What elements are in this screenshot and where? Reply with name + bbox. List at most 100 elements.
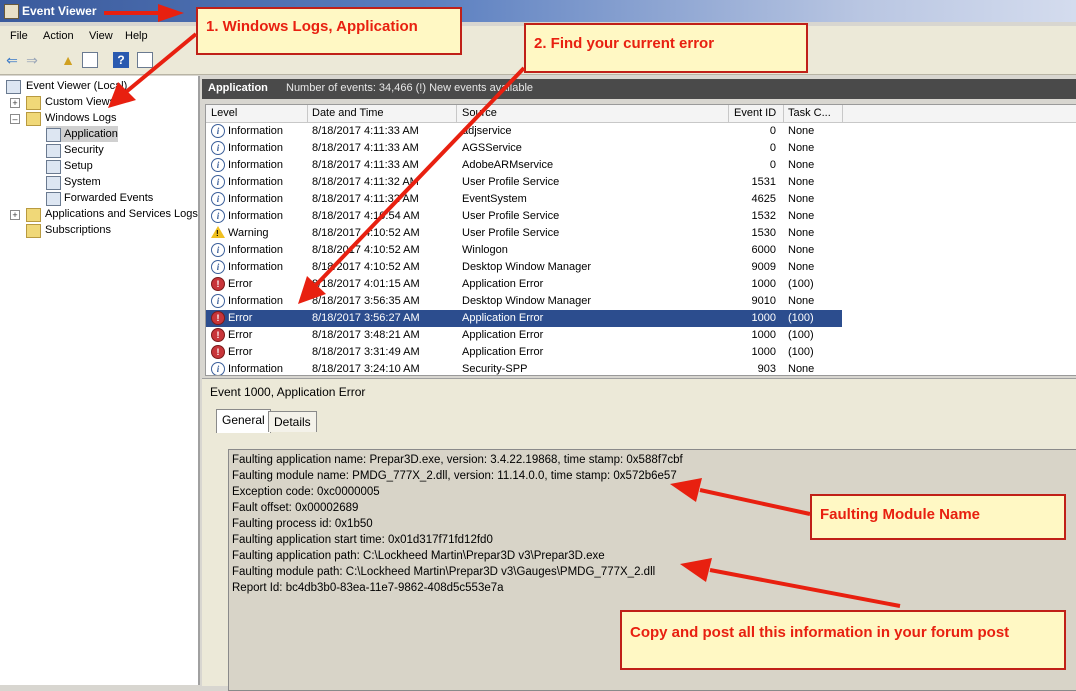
cell-task-category: None (788, 227, 815, 239)
cell-date-time: 8/18/2017 4:11:33 AM (312, 159, 419, 171)
cell-source: AdobeARMservice (462, 159, 554, 171)
cell-event-id: 1000 (751, 278, 776, 290)
show-pane-icon[interactable] (137, 52, 153, 68)
column-source[interactable]: Source (462, 107, 497, 119)
cell-level: Information (228, 142, 284, 154)
cell-date-time: 8/18/2017 4:11:32 AM (312, 176, 419, 188)
detail-line: Report Id: bc4db3b0-83ea-11e7-9862-408d5… (232, 582, 504, 594)
cell-source: User Profile Service (462, 176, 560, 188)
cell-source: Winlogon (462, 244, 508, 256)
cell-date-time: 8/18/2017 3:24:10 AM (312, 363, 420, 375)
log-icon (46, 192, 61, 206)
column-task-category[interactable]: Task C... (788, 107, 831, 119)
table-row[interactable]: i Information 8/18/2017 4:10:52 AM Desktop … (206, 259, 842, 276)
cell-task-category: (100) (788, 278, 814, 290)
cell-event-id: 903 (757, 363, 776, 375)
expand-icon[interactable]: + (10, 210, 20, 220)
tab-details[interactable]: Details (268, 411, 317, 432)
cell-date-time: 8/18/2017 4:01:15 AM (312, 278, 420, 290)
cell-level: Information (228, 261, 284, 273)
cell-task-category: None (788, 363, 815, 375)
expand-icon[interactable]: + (10, 98, 20, 108)
information-icon: i (211, 175, 225, 189)
cell-level: Error (228, 346, 253, 358)
cell-level: Information (228, 125, 284, 137)
error-icon: ! (211, 311, 225, 325)
cell-event-id: 1531 (751, 176, 776, 188)
cell-level: Information (228, 363, 284, 375)
cell-source: adjservice (462, 125, 512, 137)
cell-date-time: 8/18/2017 4:11:33 AM (312, 125, 419, 137)
cell-level: Information (228, 159, 284, 171)
cell-task-category: None (788, 261, 815, 273)
tab-general[interactable]: General (216, 409, 271, 433)
table-row[interactable]: i Information 8/18/2017 4:10:52 AM Winlogon… (206, 242, 842, 259)
folder-icon (26, 208, 41, 222)
cell-task-category: None (788, 193, 815, 205)
table-row[interactable]: i Information 8/18/2017 3:24:10 AM Security… (206, 361, 842, 375)
cell-source: Desktop Window Manager (462, 261, 592, 273)
detail-line: Faulting application start time: 0x01d31… (232, 534, 493, 546)
menu-file[interactable]: File (10, 30, 28, 42)
information-icon: i (211, 192, 225, 206)
column-event-id[interactable]: Event ID (734, 107, 776, 119)
cell-task-category: None (788, 159, 815, 171)
information-icon: i (211, 294, 225, 308)
details-heading: Event 1000, Application Error (210, 385, 366, 399)
cell-level: Error (228, 329, 253, 341)
callout-step1: 1. Windows Logs, Application (196, 7, 462, 55)
cell-task-category: None (788, 210, 815, 222)
properties-icon[interactable] (82, 52, 98, 68)
column-divider[interactable] (842, 105, 843, 122)
column-divider[interactable] (307, 105, 308, 122)
table-row[interactable]: ! Error 8/18/2017 3:48:21 AM Application Er… (206, 327, 842, 344)
column-divider[interactable] (783, 105, 784, 122)
cell-level: Information (228, 176, 284, 188)
cell-event-id: 1000 (751, 329, 776, 341)
cell-source: Application Error (462, 312, 544, 324)
information-icon: i (211, 158, 225, 172)
cell-event-id: 0 (769, 142, 776, 154)
cell-task-category: None (788, 295, 815, 307)
column-divider[interactable] (456, 105, 457, 122)
table-row[interactable]: i Information 8/18/2017 4:11:33 AM AGSServi… (206, 140, 842, 157)
cell-task-category: None (788, 176, 815, 188)
detail-line: Faulting module path: C:\Lockheed Martin… (232, 566, 656, 578)
table-row[interactable]: ! Error 8/18/2017 3:56:27 AM Application Er… (206, 310, 842, 327)
cell-source: Security-SPP (462, 363, 528, 375)
help-icon[interactable]: ? (113, 52, 129, 68)
information-icon: i (211, 260, 225, 274)
tree-log-application[interactable]: Application (46, 126, 118, 142)
forward-icon[interactable]: ⇒ (24, 52, 40, 68)
cell-event-id: 9009 (751, 261, 776, 273)
column-level[interactable]: Level (211, 107, 237, 119)
table-row[interactable]: i Information 8/18/2017 4:10:54 AM User Pro… (206, 208, 842, 225)
cell-source: User Profile Service (462, 210, 560, 222)
table-row[interactable]: ! Error 8/18/2017 3:31:49 AM Application Er… (206, 344, 842, 361)
table-row[interactable]: ! Warning 8/18/2017 4:10:52 AM User Profile… (206, 225, 842, 242)
cell-source: Application Error (462, 329, 544, 341)
subscriptions-icon (26, 224, 41, 238)
menu-help[interactable]: Help (125, 30, 148, 42)
cell-level: Information (228, 244, 284, 256)
up-folder-icon[interactable]: ▲ (60, 52, 76, 68)
log-header: Application Number of events: 34,466 (!)… (202, 79, 1076, 99)
table-row[interactable]: ! Error 8/18/2017 4:01:15 AM Application Er… (206, 276, 842, 293)
cell-level: Warning (228, 227, 269, 239)
cell-event-id: 1000 (751, 346, 776, 358)
log-name: Application (208, 82, 268, 94)
collapse-icon[interactable]: – (10, 114, 20, 124)
table-row[interactable]: i Information 8/18/2017 3:56:35 AM Desktop … (206, 293, 842, 310)
table-row[interactable]: i Information 8/18/2017 4:11:33 AM adjservi… (206, 123, 842, 140)
back-icon[interactable]: ⇐ (4, 52, 20, 68)
table-row[interactable]: i Information 8/18/2017 4:11:33 AM AdobeARM… (206, 157, 842, 174)
table-row[interactable]: i Information 8/18/2017 4:11:32 AM User Pro… (206, 174, 842, 191)
cell-event-id: 1000 (751, 312, 776, 324)
column-divider[interactable] (728, 105, 729, 122)
menu-action[interactable]: Action (43, 30, 74, 42)
computer-icon (6, 80, 21, 94)
menu-view[interactable]: View (89, 30, 113, 42)
detail-line: Faulting module name: PMDG_777X_2.dll, v… (232, 470, 677, 482)
table-row[interactable]: i Information 8/18/2017 4:11:32 AM EventSys… (206, 191, 842, 208)
column-date-time[interactable]: Date and Time (312, 107, 384, 119)
